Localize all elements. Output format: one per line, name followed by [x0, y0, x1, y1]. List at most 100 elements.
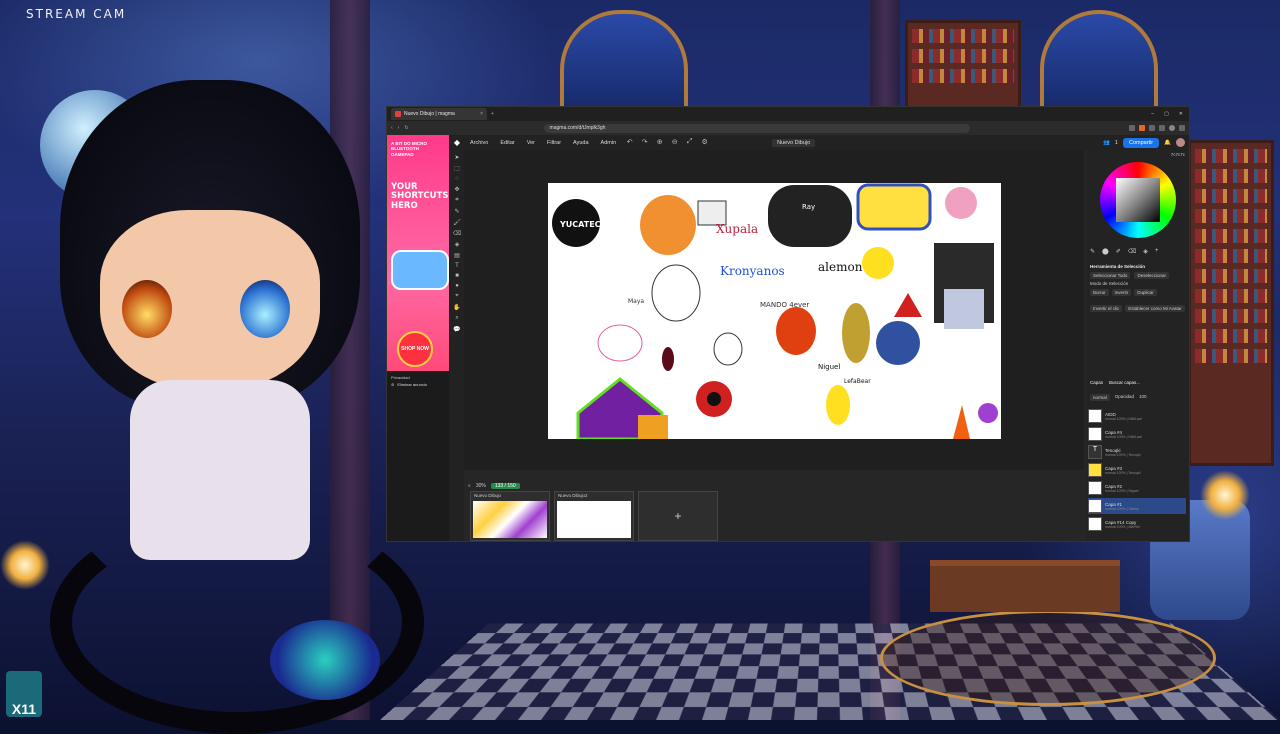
share-button[interactable]: Compartir	[1122, 137, 1160, 148]
document-name[interactable]: Nuevo Dibujo	[772, 138, 816, 147]
eraser-icon[interactable]: ⌫	[1128, 248, 1136, 255]
set-avatar-button[interactable]: Establecer como Mi Avatar	[1125, 305, 1185, 312]
url-field[interactable]: magma.com/d/tJmplk3gh	[543, 123, 970, 133]
avatar[interactable]	[1176, 138, 1185, 147]
lasso-tool-icon[interactable]: ◌	[455, 176, 459, 182]
duplicate-button[interactable]: Duplicar	[1134, 289, 1157, 296]
tool-palette: ➤ ⬚ ◌ ✥ ⌗ ✎ 🖌 ⌫ ◈ ▤ T ■ ● ⌖ ✋ ⌕ 💬	[450, 150, 464, 541]
color-square[interactable]	[1116, 178, 1160, 222]
move-tool-icon[interactable]: ✥	[454, 186, 459, 193]
redo-icon[interactable]: ↷	[640, 138, 649, 147]
deselect-button[interactable]: Deseleccionar	[1134, 272, 1169, 279]
menu-admin[interactable]: Admin	[595, 140, 623, 146]
zoom-in-icon[interactable]: ⊕	[655, 138, 664, 147]
extension-icon[interactable]	[1149, 125, 1155, 131]
delete-button[interactable]: Borrar	[1090, 289, 1109, 296]
layer-row[interactable]: AIDD normal 100% | KiiitiLaal	[1088, 408, 1186, 424]
add-document-button[interactable]: +	[638, 491, 718, 541]
layer-row[interactable]: T Tenoqki normal 100% | Tenoqki	[1088, 444, 1186, 460]
maximize-button[interactable]: ▢	[1164, 111, 1169, 117]
zoom-icon[interactable]: ⌕	[468, 483, 471, 489]
minimize-button[interactable]: –	[1151, 111, 1154, 117]
document-thumbnail[interactable]: Nuevo Dibujo	[470, 491, 550, 541]
doodle	[662, 347, 674, 371]
remove-ad-label: Eliminar anuncio	[397, 382, 427, 387]
fill-icon[interactable]: ◈	[1143, 248, 1148, 255]
reload-icon[interactable]: ↻	[404, 125, 408, 131]
layers-search[interactable]: Buscar capas...	[1109, 380, 1140, 385]
thumbnail-label: Nuevo Dibujo	[474, 493, 502, 498]
layer-row[interactable]: Capa #4 normal 100% | KiiitiLaal	[1088, 426, 1186, 442]
close-window-button[interactable]: ✕	[1179, 111, 1183, 117]
crop-tool-icon[interactable]: ⌗	[455, 197, 458, 204]
pencil-tool-icon[interactable]: ✎	[454, 208, 459, 215]
color-wheel[interactable]	[1100, 162, 1176, 238]
notification-icon[interactable]: 🔔	[1164, 140, 1171, 146]
remove-ad-icon: ⊘	[391, 382, 395, 387]
browser-tab[interactable]: Nuevo Dibujo | magma ×	[391, 108, 487, 120]
shape-tool-icon[interactable]: ■	[455, 273, 459, 279]
new-tab-icon[interactable]: +	[491, 111, 494, 117]
select-all-button[interactable]: Seleccionar Todo	[1090, 272, 1131, 279]
menu-ayuda[interactable]: Ayuda	[567, 140, 595, 146]
add-brush-icon[interactable]: +	[1155, 248, 1159, 255]
gradient-tool-icon[interactable]: ▤	[454, 252, 460, 259]
magma-logo-icon[interactable]: ◆	[450, 138, 464, 147]
pen-icon[interactable]: ✎	[1090, 248, 1095, 255]
fit-icon[interactable]: ⤢	[685, 138, 694, 147]
brush-icon[interactable]: ⬤	[1102, 248, 1109, 255]
undo-icon[interactable]: ↶	[625, 138, 634, 147]
eraser-tool-icon[interactable]: ⌫	[453, 230, 461, 237]
select-tool-icon[interactable]: ⬚	[454, 165, 460, 172]
selection-actions: Borrar Invertir Duplicar	[1090, 289, 1157, 296]
menu-filtrar[interactable]: Filtrar	[541, 140, 567, 146]
settings-icon[interactable]: ⚙	[700, 138, 709, 147]
bookshelf	[905, 20, 1021, 111]
extension-icon[interactable]	[1129, 125, 1135, 131]
users-icon[interactable]: 👥	[1103, 140, 1110, 146]
layer-row[interactable]: Capa #3 normal 100% | Tenoqki	[1088, 462, 1186, 478]
zoom-level[interactable]: 30%	[476, 483, 486, 489]
invert-click-button[interactable]: Invertir el clic	[1090, 305, 1123, 312]
text-tool-icon[interactable]: T	[455, 263, 459, 269]
zoom-out-icon[interactable]: ⊖	[670, 138, 679, 147]
tab-close-icon[interactable]: ×	[480, 111, 483, 117]
collaborative-drawing[interactable]: YUCATECA Ray Xupala Kronyanos alemon MAN…	[548, 183, 1001, 439]
zoom-tool-icon[interactable]: ⌕	[455, 315, 458, 322]
remove-ad-link[interactable]: ⊘ Eliminar anuncio	[387, 380, 449, 389]
chat-icon[interactable]: 💬	[453, 326, 460, 333]
marker-icon[interactable]: ✐	[1116, 248, 1121, 255]
hand-tool-icon[interactable]: ✋	[453, 304, 460, 311]
canvas-area[interactable]: YUCATECA Ray Xupala Kronyanos alemon MAN…	[464, 150, 1084, 470]
color-hex[interactable]: 7c7c7c	[1171, 152, 1185, 157]
ellipse-tool-icon[interactable]: ●	[455, 283, 459, 289]
doodle	[945, 187, 977, 219]
menu-archivo[interactable]: Archivo	[464, 140, 494, 146]
shop-now-button[interactable]: SHOP NOW	[397, 331, 433, 367]
ad-banner[interactable]: A BIT DO MICRO BLUETOOTH GAMEPAD YOUR SH…	[387, 135, 449, 371]
ad-privacy-link[interactable]: Privacidad	[387, 371, 449, 380]
layer-row-active[interactable]: Capa #1 normal 100% | Valeny	[1088, 498, 1186, 514]
ad-header: A BIT DO MICRO BLUETOOTH GAMEPAD	[391, 141, 427, 157]
forward-icon[interactable]: ›	[398, 125, 400, 131]
eyedropper-tool-icon[interactable]: ⌖	[455, 293, 458, 300]
menu-editar[interactable]: Editar	[494, 140, 520, 146]
opacity-value[interactable]: 100	[1139, 394, 1147, 401]
pointer-tool-icon[interactable]: ➤	[454, 154, 459, 161]
invert-button[interactable]: Invertir	[1111, 289, 1132, 296]
menu-ver[interactable]: Ver	[521, 140, 541, 146]
extension-icon[interactable]	[1139, 125, 1145, 131]
layer-row[interactable]: Capa #14 Copy normal 100% | MerRel	[1088, 516, 1186, 532]
menu-icon[interactable]	[1179, 125, 1185, 131]
rug	[880, 610, 1216, 706]
fill-tool-icon[interactable]: ◈	[455, 241, 460, 248]
extension-icon[interactable]	[1159, 125, 1165, 131]
document-thumbnail[interactable]: Nuevo Dibujo2	[554, 491, 634, 541]
window-arch	[1040, 10, 1158, 113]
ad-tagline: YOUR SHORTCUTS HERO	[391, 182, 449, 211]
layer-row[interactable]: Capa #2 normal 100% | Niguel	[1088, 480, 1186, 496]
profile-icon[interactable]	[1169, 125, 1175, 131]
back-icon[interactable]: ‹	[391, 125, 393, 131]
blend-mode-select[interactable]: normal	[1090, 394, 1110, 401]
brush-tool-icon[interactable]: 🖌	[453, 219, 461, 226]
